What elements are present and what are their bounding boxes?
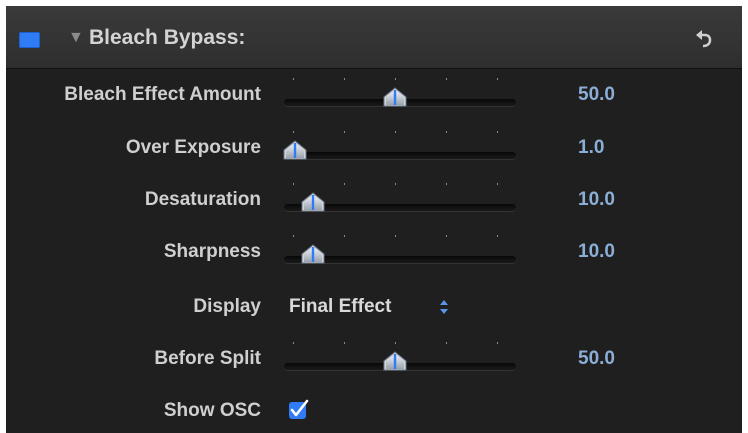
slider-tick xyxy=(497,131,498,133)
slider-tick xyxy=(395,131,396,133)
slider-tick xyxy=(293,131,294,133)
slider-tick xyxy=(395,235,396,237)
bleach-effect-amount-slider[interactable] xyxy=(284,74,516,118)
slider-tick xyxy=(497,78,498,80)
param-row-before-split: Before Split 50.0 xyxy=(6,338,742,382)
slider-ticks xyxy=(284,74,516,86)
slider-tick xyxy=(497,235,498,237)
param-value[interactable]: 50.0 xyxy=(578,84,615,106)
slider-tick xyxy=(446,183,447,185)
desaturation-slider[interactable] xyxy=(284,179,516,223)
slider-tick xyxy=(446,235,447,237)
popup-arrows-icon[interactable] xyxy=(439,297,449,317)
reset-arrow-icon[interactable] xyxy=(693,27,715,49)
slider-tick xyxy=(293,342,294,344)
slider-tick xyxy=(446,131,447,133)
effect-header: ▼ Bleach Bypass: xyxy=(6,6,742,69)
slider-ticks xyxy=(284,231,516,243)
param-row-over-exposure: Over Exposure 1.0 xyxy=(6,127,742,171)
param-label: Over Exposure xyxy=(125,137,261,158)
slider-tick xyxy=(497,342,498,344)
slider-tick xyxy=(446,78,447,80)
slider-tick xyxy=(344,183,345,185)
param-value[interactable]: 10.0 xyxy=(578,241,615,263)
slider-ticks xyxy=(284,179,516,191)
param-value[interactable]: 10.0 xyxy=(578,189,615,211)
before-split-slider[interactable] xyxy=(284,338,516,382)
slider-knob[interactable] xyxy=(383,351,407,371)
slider-knob[interactable] xyxy=(301,192,325,212)
slider-tick xyxy=(293,183,294,185)
param-label: Display xyxy=(193,296,261,317)
slider-tick xyxy=(395,183,396,185)
param-label: Desaturation xyxy=(144,189,261,210)
param-row-display: Display Final Effect xyxy=(6,286,742,330)
param-value[interactable]: 50.0 xyxy=(578,348,615,370)
effect-title: Bleach Bypass: xyxy=(89,26,246,49)
param-label: Sharpness xyxy=(163,241,261,262)
param-value[interactable]: 1.0 xyxy=(578,137,604,159)
slider-tick xyxy=(344,342,345,344)
slider-ticks xyxy=(284,338,516,350)
param-label: Show OSC xyxy=(163,400,261,421)
triangle-down-icon[interactable]: ▼ xyxy=(68,29,84,47)
sharpness-slider[interactable] xyxy=(284,231,516,275)
param-row-sharpness: Sharpness 10.0 xyxy=(6,231,742,275)
slider-ticks xyxy=(284,127,516,139)
slider-tick xyxy=(344,131,345,133)
slider-tick xyxy=(344,78,345,80)
slider-tick xyxy=(293,78,294,80)
param-label: Bleach Effect Amount xyxy=(64,84,261,105)
slider-knob[interactable] xyxy=(301,244,325,264)
slider-tick xyxy=(395,78,396,80)
param-row-bleach-effect-amount: Bleach Effect Amount 50.0 xyxy=(6,74,742,118)
slider-tick xyxy=(395,342,396,344)
param-label: Before Split xyxy=(154,348,261,369)
slider-knob[interactable] xyxy=(283,140,307,160)
param-row-desaturation: Desaturation 10.0 xyxy=(6,179,742,223)
slider-tick xyxy=(497,183,498,185)
over-exposure-slider[interactable] xyxy=(283,127,516,171)
slider-tick xyxy=(293,235,294,237)
param-row-show-osc: Show OSC xyxy=(6,390,742,433)
display-popup-menu[interactable]: Final Effect xyxy=(289,296,391,318)
effect-enable-checkbox[interactable] xyxy=(19,32,40,48)
show-osc-checkbox[interactable] xyxy=(288,399,310,421)
slider-track[interactable] xyxy=(284,152,516,159)
slider-tick xyxy=(446,342,447,344)
effect-inspector-panel: ▼ Bleach Bypass: Bleach Effect Amount 50… xyxy=(6,6,742,433)
slider-knob[interactable] xyxy=(383,87,407,107)
slider-tick xyxy=(344,235,345,237)
